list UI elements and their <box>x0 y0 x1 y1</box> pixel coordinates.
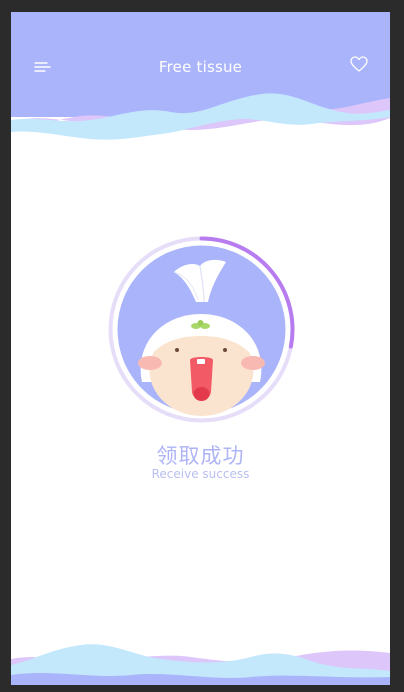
favorite-button[interactable] <box>348 54 370 74</box>
page-title: Free tissue <box>158 58 243 76</box>
success-title-cn: 领取成功 <box>156 444 245 468</box>
footer-wave-decoration <box>11 644 390 685</box>
app-screen: Free tissue 领取成功 Receive success <box>11 12 390 685</box>
tissue-mascot-illustration <box>108 236 295 423</box>
header: Free tissue <box>11 12 390 152</box>
header-wave-background <box>11 12 390 140</box>
heart-outline-icon <box>350 56 368 72</box>
success-title-en: Receive success <box>151 467 250 481</box>
